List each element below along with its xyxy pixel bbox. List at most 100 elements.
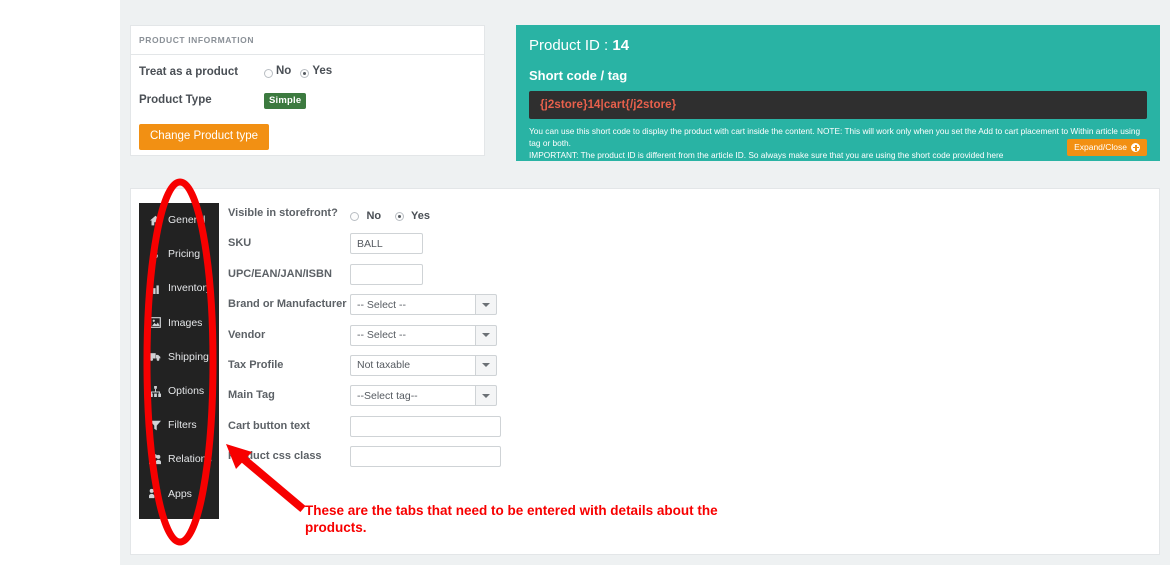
tax-profile-label: Tax Profile bbox=[228, 358, 284, 371]
treat-as-product-label-no: No bbox=[276, 65, 292, 77]
vendor-select[interactable]: -- Select -- bbox=[350, 324, 497, 346]
sidebar-item-relations[interactable]: Relations bbox=[139, 442, 219, 476]
sitemap-icon bbox=[149, 385, 161, 397]
product-css-class-label: Product css class bbox=[228, 450, 322, 463]
change-product-type-button[interactable]: Change Product type bbox=[139, 124, 270, 150]
product-type-label: Product Type bbox=[139, 94, 212, 106]
product-information-card: PRODUCT INFORMATION Treat as a product N… bbox=[130, 25, 485, 156]
general-form: Visible in storefront? No Yes SKU UPC/EA… bbox=[228, 203, 501, 477]
upc-row: UPC/EAN/JAN/ISBN bbox=[228, 263, 501, 294]
treat-as-product-radio-no[interactable] bbox=[264, 68, 273, 78]
tax-profile-select-toggle[interactable] bbox=[475, 354, 497, 376]
sidebar-item-shipping[interactable]: Shipping bbox=[139, 340, 219, 374]
tax-profile-select[interactable]: Not taxable bbox=[350, 354, 497, 376]
svg-text:$: $ bbox=[152, 250, 157, 260]
product-id-value: 14 bbox=[612, 37, 630, 54]
sidebar-item-label-shipping: Shipping bbox=[168, 350, 209, 363]
treat-as-product-row: Treat as a product No Yes bbox=[139, 65, 484, 78]
chevron-down-icon bbox=[482, 302, 490, 307]
tax-profile-select-value: Not taxable bbox=[350, 354, 475, 376]
users-icon bbox=[149, 454, 161, 465]
shortcode-help-line-1: You can use this short code to display t… bbox=[529, 126, 1141, 149]
treat-as-product-radio-yes[interactable] bbox=[300, 68, 310, 78]
shortcode-help: You can use this short code to display t… bbox=[529, 125, 1147, 161]
visible-radio-yes[interactable] bbox=[394, 212, 404, 221]
treat-as-product-label: Treat as a product bbox=[139, 66, 239, 78]
visible-in-storefront-row: Visible in storefront? No Yes bbox=[228, 203, 501, 233]
sidebar-item-label-general: General bbox=[168, 214, 206, 227]
main-tag-label: Main Tag bbox=[228, 389, 275, 402]
product-id-line: Product ID : 14 bbox=[529, 37, 1147, 54]
product-information-header: PRODUCT INFORMATION bbox=[131, 26, 484, 55]
chevron-down-icon bbox=[482, 333, 490, 338]
brand-select-toggle[interactable] bbox=[475, 294, 497, 316]
expand-close-label: Expand/Close bbox=[1074, 142, 1127, 153]
product-css-class-row: Product css class bbox=[228, 446, 501, 476]
sidebar-item-options[interactable]: Options bbox=[139, 374, 219, 408]
shortcode-value[interactable]: {j2store}14|cart{/j2store} bbox=[529, 91, 1147, 119]
brand-select-value: -- Select -- bbox=[350, 294, 475, 316]
general-tab-card: General $ Pricing Inventory Images Shipp… bbox=[130, 188, 1160, 555]
bar-chart-icon bbox=[149, 283, 161, 294]
vendor-select-value: -- Select -- bbox=[350, 324, 475, 346]
sku-row: SKU bbox=[228, 233, 501, 263]
plus-circle-icon bbox=[1131, 143, 1140, 152]
cart-button-text-row: Cart button text bbox=[228, 415, 501, 446]
product-type-row: Product Type Simple bbox=[139, 93, 484, 109]
product-css-class-input[interactable] bbox=[350, 446, 501, 468]
expand-close-button[interactable]: Expand/Close bbox=[1067, 139, 1147, 156]
vendor-select-toggle[interactable] bbox=[475, 324, 497, 346]
brand-select[interactable]: -- Select -- bbox=[350, 294, 497, 316]
sidebar-item-label-relations: Relations bbox=[168, 453, 212, 466]
sidebar-item-label-filters: Filters bbox=[168, 419, 197, 432]
treat-as-product-label-yes: Yes bbox=[312, 65, 333, 77]
sidebar-item-label-pricing: Pricing bbox=[168, 248, 201, 261]
visible-in-storefront-radio-group[interactable]: No Yes bbox=[350, 203, 439, 224]
cart-button-text-input[interactable] bbox=[350, 415, 501, 437]
main-tag-select-value: --Select tag-- bbox=[350, 385, 475, 407]
sidebar-item-label-images: Images bbox=[168, 316, 203, 329]
sidebar-item-label-apps: Apps bbox=[168, 487, 192, 500]
sidebar-item-apps[interactable]: Apps bbox=[139, 477, 219, 511]
chevron-down-icon bbox=[482, 363, 490, 368]
cart-button-text-label: Cart button text bbox=[228, 419, 310, 432]
tax-profile-row: Tax Profile Not taxable bbox=[228, 354, 501, 385]
product-information-title: PRODUCT INFORMATION bbox=[139, 35, 255, 45]
funnel-icon bbox=[149, 420, 161, 431]
sku-label: SKU bbox=[228, 237, 252, 250]
visible-label-no: No bbox=[366, 210, 382, 222]
sidebar-item-inventory[interactable]: Inventory bbox=[139, 271, 219, 305]
top-row: PRODUCT INFORMATION Treat as a product N… bbox=[130, 25, 1160, 161]
chevron-down-icon bbox=[482, 393, 490, 398]
dollar-icon: $ bbox=[149, 248, 161, 260]
annotation-text: These are the tabs that need to be enter… bbox=[305, 503, 718, 535]
product-type-badge: Simple bbox=[264, 93, 307, 109]
home-icon bbox=[149, 215, 161, 226]
sidebar-item-general[interactable]: General bbox=[139, 203, 219, 237]
image-icon bbox=[149, 317, 161, 329]
truck-icon bbox=[149, 351, 161, 362]
brand-row: Brand or Manufacturer -- Select -- bbox=[228, 294, 501, 324]
visible-label-yes: Yes bbox=[411, 210, 430, 222]
product-tabs-sidebar: General $ Pricing Inventory Images Shipp… bbox=[139, 203, 219, 519]
visible-in-storefront-label: Visible in storefront? bbox=[228, 207, 338, 219]
upc-input[interactable] bbox=[350, 263, 423, 285]
product-information-body: Treat as a product No Yes Product Type S… bbox=[131, 55, 484, 150]
sku-input[interactable] bbox=[350, 233, 423, 255]
sidebar-item-images[interactable]: Images bbox=[139, 306, 219, 340]
sidebar-item-label-options: Options bbox=[168, 385, 205, 398]
product-id-label: Product ID : bbox=[529, 37, 609, 54]
users-icon-apps bbox=[149, 488, 161, 499]
visible-radio-no[interactable] bbox=[350, 212, 359, 221]
treat-as-product-radio-group[interactable]: No Yes bbox=[264, 65, 341, 78]
main-tag-select[interactable]: --Select tag-- bbox=[350, 385, 497, 407]
shortcode-help-line-2: IMPORTANT: The product ID is different f… bbox=[529, 150, 1004, 161]
sidebar-item-pricing[interactable]: $ Pricing bbox=[139, 237, 219, 271]
main-tag-select-toggle[interactable] bbox=[475, 385, 497, 407]
shortcode-panel: Product ID : 14 Short code / tag {j2stor… bbox=[516, 25, 1160, 161]
main-tag-row: Main Tag --Select tag-- bbox=[228, 385, 501, 415]
upc-label: UPC/EAN/JAN/ISBN bbox=[228, 267, 332, 280]
sidebar-item-label-inventory: Inventory bbox=[168, 282, 212, 295]
sidebar-item-filters[interactable]: Filters bbox=[139, 408, 219, 442]
vendor-row: Vendor -- Select -- bbox=[228, 324, 501, 355]
